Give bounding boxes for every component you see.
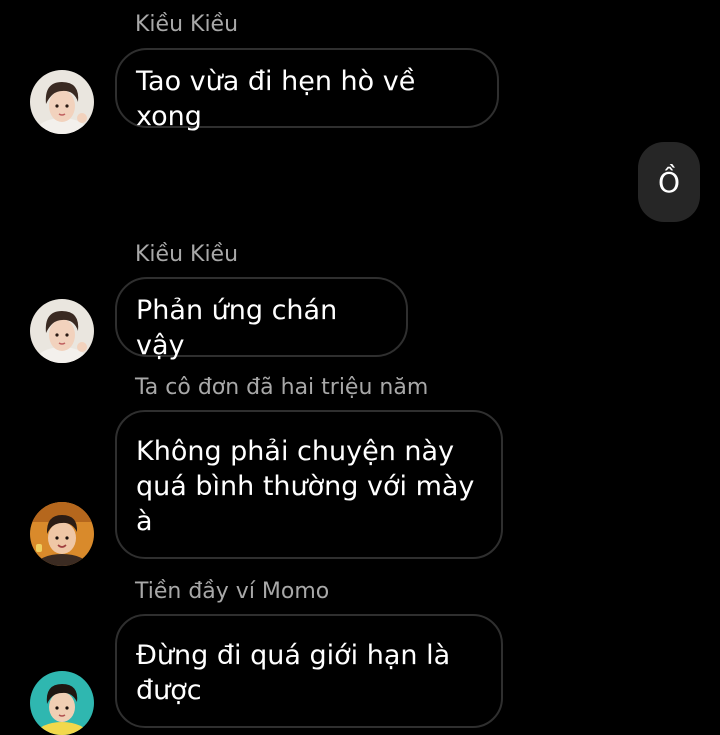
- avatar[interactable]: [30, 502, 94, 566]
- sender-name: Tiền đầy ví Momo: [135, 579, 330, 604]
- avatar[interactable]: [30, 671, 94, 735]
- avatar[interactable]: [30, 70, 94, 134]
- message-text: Không phải chuyện này quá bình thường vớ…: [136, 436, 475, 537]
- avatar-kieu-kieu-icon: [30, 70, 94, 134]
- message-bubble[interactable]: Không phải chuyện này quá bình thường vớ…: [115, 410, 503, 559]
- message-bubble[interactable]: Tao vừa đi hẹn hò về xong: [115, 48, 499, 132]
- sender-name: Kiều Kiều: [135, 12, 239, 37]
- avatar-kieu-kieu-icon: [30, 299, 94, 363]
- message-text: Ồ: [657, 165, 681, 199]
- message-bubble[interactable]: Phản ứng chán vậy: [115, 277, 408, 361]
- message-text: Tao vừa đi hẹn hò về xong: [136, 66, 416, 132]
- outgoing-message-bubble[interactable]: Ồ: [638, 142, 700, 222]
- avatar-ta-co-don-icon: [30, 502, 94, 566]
- message-text: Đừng đi quá giới hạn là được: [136, 640, 451, 706]
- avatar-tien-day-vi-icon: [30, 671, 94, 735]
- avatar[interactable]: [30, 299, 94, 363]
- sender-name: Kiều Kiều: [135, 242, 239, 267]
- sender-name: Ta cô đơn đã hai triệu năm: [135, 375, 429, 400]
- message-bubble[interactable]: Đừng đi quá giới hạn là được: [115, 614, 503, 728]
- message-text: Phản ứng chán vậy: [136, 295, 338, 361]
